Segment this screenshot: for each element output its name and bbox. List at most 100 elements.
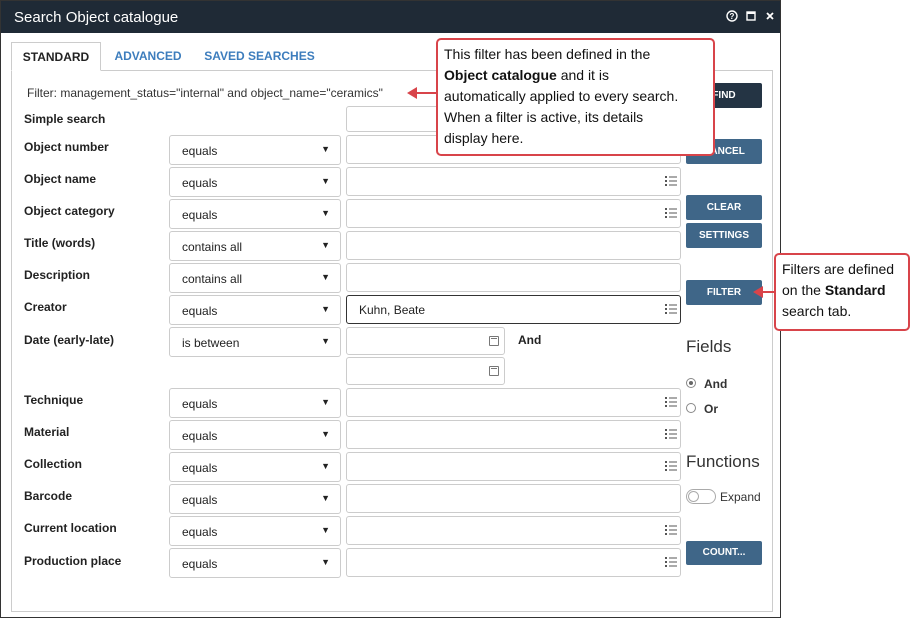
current-location-operator[interactable]: equals ▼ [169, 516, 341, 546]
description-input[interactable] [346, 263, 681, 292]
callout-line: This filter has been defined in the [444, 46, 651, 62]
calendar-icon[interactable] [489, 366, 499, 376]
material-operator[interactable]: equals ▼ [169, 420, 341, 450]
current-location-input[interactable] [346, 516, 681, 545]
caret-down-icon: ▼ [321, 304, 330, 314]
creator-operator[interactable]: equals ▼ [169, 295, 341, 325]
list-icon[interactable] [665, 207, 677, 219]
label-description: Description [24, 268, 91, 282]
technique-input[interactable] [346, 388, 681, 417]
expand-toggle[interactable] [686, 489, 716, 504]
object-category-input[interactable] [346, 199, 681, 228]
label-date-early-late: Date (early-late) [24, 333, 115, 347]
operator-value: equals [182, 493, 218, 507]
callout-text: and it is [556, 67, 609, 83]
barcode-input[interactable] [346, 484, 681, 513]
help-icon[interactable]: ? [726, 10, 738, 22]
list-icon[interactable] [665, 428, 677, 440]
list-icon[interactable] [665, 396, 677, 408]
callout-line: When a filter is active, its details [444, 109, 644, 125]
caret-down-icon: ▼ [321, 336, 330, 346]
tab-advanced[interactable]: ADVANCED [108, 42, 188, 71]
label-collection: Collection [24, 457, 83, 471]
callout-arrow [762, 291, 775, 293]
technique-operator[interactable]: equals ▼ [169, 388, 341, 418]
creator-value: Kuhn, Beate [359, 303, 426, 317]
clear-button[interactable]: CLEAR [686, 195, 762, 220]
collection-input[interactable] [346, 452, 681, 481]
callout-bold: Object catalogue [444, 67, 557, 83]
callout-line: Object catalogue and it is [444, 65, 707, 86]
caret-down-icon: ▼ [321, 208, 330, 218]
label-production-place: Production place [24, 554, 122, 568]
label-material: Material [24, 425, 70, 439]
operator-value: equals [182, 429, 218, 443]
operator-value: equals [182, 176, 218, 190]
callout-line: display here. [444, 130, 524, 146]
operator-value: equals [182, 144, 218, 158]
date-start-input[interactable] [346, 327, 505, 355]
operator-value: is between [182, 336, 240, 350]
production-place-operator[interactable]: equals ▼ [169, 548, 341, 578]
description-operator[interactable]: contains all ▼ [169, 263, 341, 293]
object-name-operator[interactable]: equals ▼ [169, 167, 341, 197]
callout-line: Filters are defined [782, 261, 895, 277]
label-title-words: Title (words) [24, 236, 96, 250]
filter-callout: This filter has been defined in the Obje… [436, 38, 715, 156]
fields-and-label: And [704, 377, 728, 391]
expand-label: Expand [720, 490, 761, 504]
caret-down-icon: ▼ [321, 429, 330, 439]
object-number-operator[interactable]: equals ▼ [169, 135, 341, 165]
standard-callout: Filters are defined on the Standard sear… [774, 253, 910, 331]
operator-value: equals [182, 461, 218, 475]
fields-section-title: Fields [686, 337, 732, 356]
operator-value: equals [182, 208, 218, 222]
creator-input[interactable]: Kuhn, Beate [346, 295, 681, 324]
date-operator[interactable]: is between ▼ [169, 327, 341, 357]
arrow-left-icon [753, 286, 763, 298]
tab-saved-searches[interactable]: SAVED SEARCHES [197, 42, 322, 71]
object-category-operator[interactable]: equals ▼ [169, 199, 341, 229]
operator-value: contains all [182, 240, 243, 254]
caret-down-icon: ▼ [321, 557, 330, 567]
callout-line: on the Standard [782, 280, 902, 301]
list-icon[interactable] [665, 175, 677, 187]
list-icon[interactable] [665, 524, 677, 536]
filter-button[interactable]: FILTER [686, 280, 762, 305]
label-current-location: Current location [24, 521, 117, 535]
fields-or-radio[interactable] [686, 403, 696, 413]
production-place-input[interactable] [346, 548, 681, 577]
material-input[interactable] [346, 420, 681, 449]
fields-and-radio[interactable] [686, 378, 696, 388]
date-and-label: And [518, 333, 542, 347]
dialog-title: Search Object catalogue [14, 9, 179, 26]
list-icon[interactable] [665, 460, 677, 472]
collection-operator[interactable]: equals ▼ [169, 452, 341, 482]
active-filter-text: Filter: management_status="internal" and… [27, 86, 383, 100]
label-barcode: Barcode [24, 489, 73, 503]
date-end-input[interactable] [346, 357, 505, 385]
caret-down-icon: ▼ [321, 525, 330, 535]
label-technique: Technique [24, 393, 84, 407]
callout-arrow [415, 92, 437, 94]
operator-value: equals [182, 557, 218, 571]
object-name-input[interactable] [346, 167, 681, 196]
calendar-icon[interactable] [489, 336, 499, 346]
callout-bold: Standard [824, 282, 886, 298]
count-button[interactable]: COUNT... [686, 541, 762, 565]
tab-standard[interactable]: STANDARD [11, 42, 101, 71]
label-object-number: Object number [24, 140, 109, 154]
title-bar: Search Object catalogue ? [1, 1, 780, 33]
settings-button[interactable]: SETTINGS [686, 223, 762, 248]
list-icon[interactable] [665, 556, 677, 568]
label-object-category: Object category [24, 204, 115, 218]
caret-down-icon: ▼ [321, 493, 330, 503]
list-icon[interactable] [665, 303, 677, 315]
close-icon[interactable] [764, 10, 776, 22]
maximize-icon[interactable] [745, 10, 757, 22]
title-words-input[interactable] [346, 231, 681, 260]
callout-line: search tab. [782, 303, 852, 319]
barcode-operator[interactable]: equals ▼ [169, 484, 341, 514]
title-words-operator[interactable]: contains all ▼ [169, 231, 341, 261]
callout-line: automatically applied to every search. [444, 88, 679, 104]
